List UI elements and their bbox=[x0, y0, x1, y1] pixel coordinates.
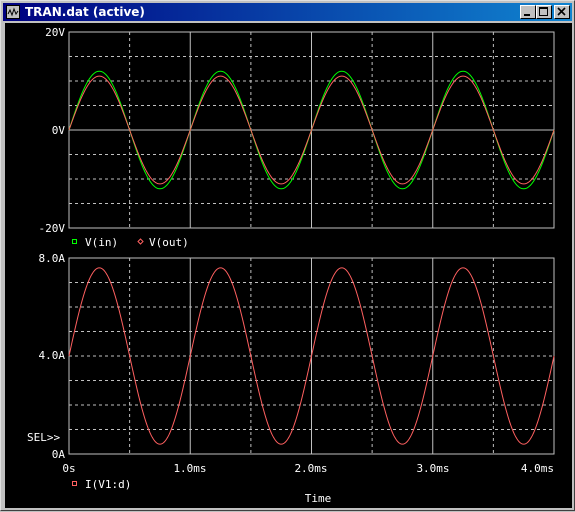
voltage-tick-label: 0V bbox=[52, 124, 66, 137]
close-button[interactable] bbox=[554, 5, 570, 19]
current-tick-label: 0A bbox=[52, 448, 66, 461]
vin-legend-label[interactable]: V(in) bbox=[85, 236, 118, 249]
vin-legend-marker bbox=[72, 239, 77, 244]
plot-area[interactable]: 20V 0V -20V V(in) V(out) 8.0A 4.0A 0A SE… bbox=[5, 23, 572, 508]
maximize-button[interactable] bbox=[536, 5, 552, 19]
voltage-tick-label: 20V bbox=[45, 26, 65, 39]
current-tick-label: 4.0A bbox=[39, 349, 66, 362]
probe-chart[interactable]: 20V 0V -20V V(in) V(out) 8.0A 4.0A 0A SE… bbox=[5, 23, 572, 508]
vout-legend-marker bbox=[137, 238, 144, 245]
time-tick-label: 1.0ms bbox=[173, 462, 206, 475]
current-plot: 8.0A 4.0A 0A SEL>> bbox=[27, 252, 555, 461]
voltage-plot: 20V 0V -20V bbox=[39, 26, 555, 235]
x-axis-label: Time bbox=[305, 492, 332, 505]
current-tick-label: 8.0A bbox=[39, 252, 66, 265]
voltage-legend: V(in) V(out) bbox=[72, 236, 189, 249]
maximize-icon bbox=[539, 7, 548, 16]
vout-legend-label[interactable]: V(out) bbox=[149, 236, 189, 249]
title-bar[interactable]: TRAN.dat (active) bbox=[3, 3, 572, 21]
minimize-button[interactable] bbox=[520, 5, 536, 19]
sel-marker[interactable]: SEL>> bbox=[27, 431, 60, 444]
close-icon bbox=[557, 7, 566, 16]
voltage-tick-label: -20V bbox=[39, 222, 66, 235]
current-legend-label[interactable]: I(V1:d) bbox=[85, 478, 131, 491]
time-axis: 0s 1.0ms 2.0ms 3.0ms 4.0ms bbox=[62, 462, 554, 475]
window-title: TRAN.dat (active) bbox=[25, 5, 145, 19]
time-tick-label: 4.0ms bbox=[521, 462, 554, 475]
current-legend-marker bbox=[72, 481, 77, 486]
current-legend: I(V1:d) bbox=[72, 478, 131, 491]
app-icon[interactable] bbox=[6, 5, 20, 19]
minimize-icon bbox=[524, 14, 530, 16]
probe-window: TRAN.dat (active) 20V 0V -20V V(in) V(ou… bbox=[0, 0, 575, 511]
time-tick-label: 2.0ms bbox=[294, 462, 327, 475]
time-tick-label: 3.0ms bbox=[416, 462, 449, 475]
time-tick-label: 0s bbox=[62, 462, 75, 475]
